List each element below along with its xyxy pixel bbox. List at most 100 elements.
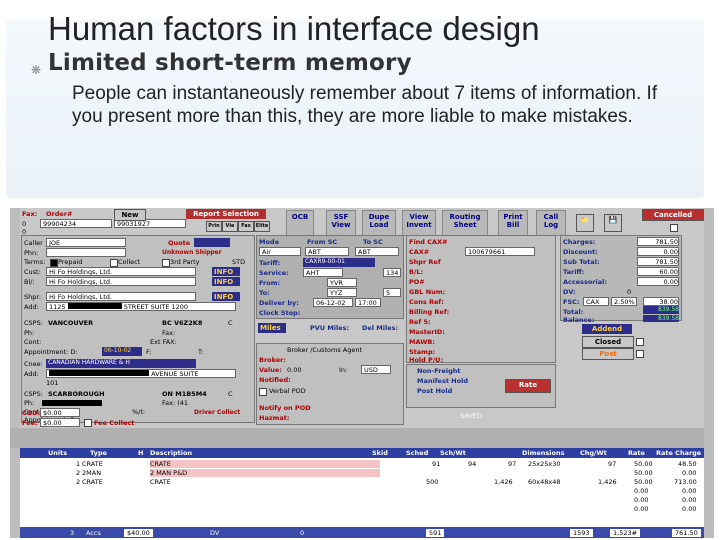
currency-select[interactable]: USD	[361, 365, 391, 374]
save-icon[interactable]: 💾	[604, 214, 622, 232]
pvu-miles-label: PVU Miles:	[310, 324, 350, 332]
accessorial-field: 0.00	[637, 277, 679, 286]
routing-panel: Mode From SC To SC Air ABT ABT Tariff: C…	[256, 235, 404, 319]
ocb-button[interactable]: OCB	[286, 210, 314, 236]
to-airport-field[interactable]: YYZ	[327, 288, 357, 297]
cax-field[interactable]: 100679661	[465, 247, 535, 256]
tariff-field[interactable]: CAXR9-00-01	[303, 258, 375, 267]
fax-small-button[interactable]: Fax	[238, 221, 254, 232]
sched-total: 591	[426, 529, 445, 537]
del-miles-label: Del Miles:	[362, 324, 399, 332]
dupe-load-button[interactable]: Dupe Load	[362, 210, 396, 236]
appointment-from-label: F:	[146, 348, 152, 356]
customer-field[interactable]: Hi Fo Holdings, Ltd.	[46, 267, 196, 276]
fsc-percent-field[interactable]: 2.50%	[611, 297, 637, 306]
table-row[interactable]: 0.00 0.00	[20, 486, 704, 495]
consignee-address-field[interactable]: AVENUE SUITE	[46, 369, 236, 378]
verbal-pod-checkbox[interactable]	[259, 388, 267, 396]
table-row[interactable]: 0.00 0.00	[20, 495, 704, 504]
fsc-currency-select[interactable]: CAX	[583, 297, 609, 306]
charges-field[interactable]: 781.50	[637, 237, 679, 246]
col-description: Description	[150, 449, 193, 457]
notified-label: Notified:	[259, 376, 291, 384]
to-sc-select[interactable]: ABT	[355, 247, 399, 256]
tariff-label: Tariff:	[259, 259, 281, 267]
shipper-province: BC V6Z2K8	[162, 319, 203, 327]
closed-checkbox[interactable]	[636, 338, 644, 346]
table-row[interactable]: 0.00 0.00	[20, 504, 704, 513]
from-sc-select[interactable]: ABT	[305, 247, 349, 256]
consignee-unit: 101	[46, 379, 59, 387]
service-select[interactable]: AHT	[303, 268, 343, 277]
report-selection-button[interactable]: Report Selection	[186, 209, 266, 219]
deliver-by-date[interactable]: 06-12-02	[313, 298, 353, 307]
accessorial-label: Accessorial:	[563, 278, 607, 286]
third-party-radio[interactable]	[162, 259, 170, 267]
elite-small-button[interactable]: Elite	[254, 221, 270, 232]
new-button[interactable]: New	[114, 209, 146, 221]
table-row[interactable]: 2 CRATE CRATE 500 1,426 60x48x48 1,426 5…	[20, 477, 704, 486]
fsc-field: 38.00	[643, 297, 679, 306]
rate-button[interactable]: Rate	[505, 379, 551, 393]
fee-collect-checkbox[interactable]	[84, 419, 92, 427]
order-number-field[interactable]: 99904234	[40, 219, 112, 228]
non-freight-label: Non-Freight	[417, 367, 461, 375]
ssf-view-button[interactable]: SSF View	[326, 210, 356, 236]
manifest-hold-label: Manifest Hold	[417, 377, 468, 385]
caller-field[interactable]: JOE	[46, 238, 126, 247]
mode-select[interactable]: Air	[259, 247, 301, 256]
balance-label: Balance:	[563, 316, 595, 324]
deliver-by-time[interactable]: 17:00	[355, 298, 381, 307]
fee-field[interactable]: $0.00	[40, 418, 80, 427]
deliver-by-label: Deliver by:	[259, 299, 299, 307]
view-small-button[interactable]: Vie	[222, 221, 238, 232]
clock-stop-label: Clock Stop:	[259, 309, 301, 317]
dv-label: DV:	[563, 288, 576, 296]
consignee-province: ON M1B5M4	[162, 390, 207, 398]
accs-label: Accs	[86, 529, 101, 537]
print-small-button[interactable]: Prin	[206, 221, 222, 232]
verbal-pod-label: Verbal POD	[269, 387, 306, 395]
miles-button[interactable]: Miles	[258, 323, 286, 333]
discount-field[interactable]: 0.00	[637, 247, 679, 256]
hold-pu-label: Hold P/U:	[409, 356, 444, 364]
routing-sheet-button[interactable]: Routing Sheet	[442, 210, 488, 236]
bill-to-info-button[interactable]: INFO	[212, 277, 240, 286]
bill-to-field[interactable]: Hi Fo Holdings, Ltd.	[46, 277, 196, 286]
folder-icon[interactable]: 📁	[576, 214, 594, 232]
prepaid-radio[interactable]	[50, 259, 58, 267]
closed-button[interactable]: Closed	[582, 336, 634, 348]
from-airport-field[interactable]: YVR	[327, 278, 357, 287]
post-button[interactable]: Post	[582, 348, 634, 360]
phone-field[interactable]	[46, 248, 126, 257]
consignee-city: SCARBOROUGH	[48, 390, 105, 398]
col-skid: Skid	[372, 449, 388, 457]
table-row[interactable]: 2 2MAN 2 MAN P&D 50.00 0.00	[20, 468, 704, 477]
appointment-date-field[interactable]: 06-10-02	[102, 347, 142, 356]
view-invent-button[interactable]: View Invent	[402, 210, 436, 236]
table-row[interactable]: 1 CRATE CRATE 91 94 97 25x25x30 97 50.00…	[20, 459, 704, 468]
grid-header: Units Type H Description Skid Sched Sch/…	[20, 448, 704, 458]
print-bill-button[interactable]: Print Bill	[498, 210, 528, 236]
balance-field: 839.58	[643, 315, 679, 322]
non-freight-panel: Non-Freight Manifest Hold Post Hold Rate	[406, 364, 556, 408]
post-checkbox[interactable]	[636, 350, 644, 358]
call-log-button[interactable]: Call Log	[536, 210, 566, 236]
shipper-phone-label: Ph:	[24, 329, 35, 337]
shipper-info-button[interactable]: INFO	[212, 292, 240, 301]
consignee-field[interactable]: CANADIAN HARDWARE & H	[46, 359, 196, 368]
cancelled-checkbox[interactable]	[670, 224, 678, 232]
cod-field[interactable]: $0.00	[40, 408, 80, 417]
shipper-address-field[interactable]: 1125 STREET SUITE 1200	[46, 302, 236, 311]
collect-radio[interactable]	[110, 259, 118, 267]
quote-field[interactable]	[194, 238, 230, 247]
order-details-panel: Caller JOE Quote Phn: Unknown Shipper Te…	[21, 235, 255, 424]
consignee-csps-label: CSPS:	[24, 390, 43, 398]
cancelled-status[interactable]: Cancelled	[642, 209, 704, 221]
to-number[interactable]: 5	[383, 288, 401, 297]
chgwt-total: 1,523#	[610, 529, 641, 537]
customer-info-button[interactable]: INFO	[212, 267, 240, 276]
shipper-field[interactable]: Hi Fo Holdings, Ltd.	[46, 292, 196, 301]
service-number[interactable]: 134	[383, 268, 401, 277]
addend-button[interactable]: Addend	[582, 324, 632, 334]
